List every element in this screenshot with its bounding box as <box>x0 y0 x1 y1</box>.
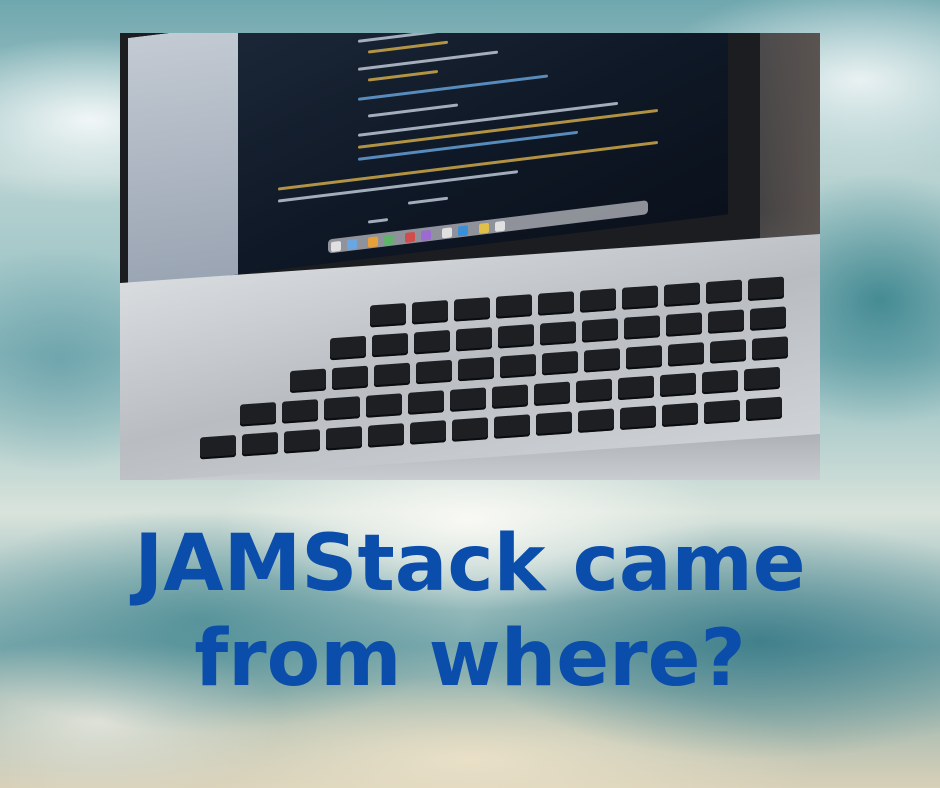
code-line <box>368 69 438 82</box>
code-line <box>278 140 658 191</box>
headline-line-1: JAMStack came <box>134 519 806 609</box>
laptop-photo <box>120 33 820 480</box>
app-dock <box>328 200 648 254</box>
code-line <box>368 218 388 224</box>
editor-sidebar <box>128 33 238 289</box>
code-line <box>408 196 448 205</box>
code-line <box>368 40 448 54</box>
headline-line-2: from where? <box>194 614 746 704</box>
code-line <box>358 50 498 71</box>
code-line <box>368 103 458 118</box>
code-line <box>358 33 508 43</box>
